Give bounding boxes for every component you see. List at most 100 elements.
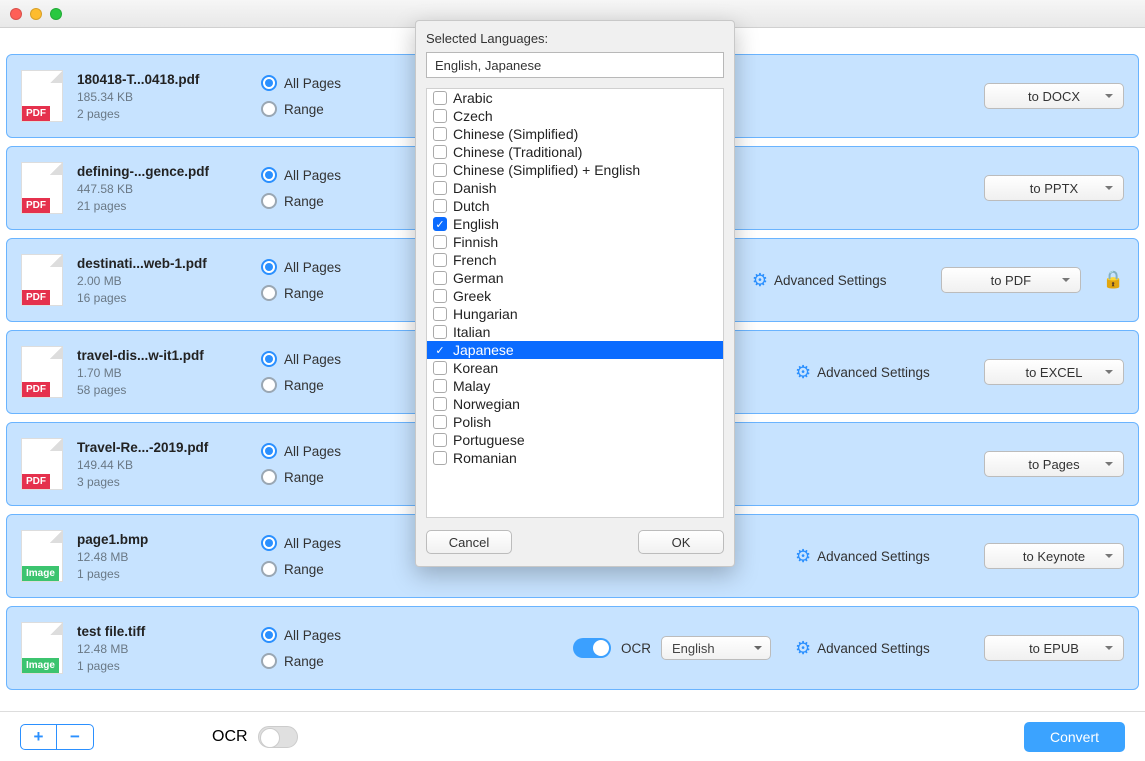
all-pages-radio[interactable]: All Pages: [261, 75, 391, 91]
file-name: page1.bmp: [77, 532, 247, 547]
language-item[interactable]: ✓ Japanese: [427, 341, 723, 359]
language-item[interactable]: Malay: [427, 377, 723, 395]
language-item[interactable]: Polish: [427, 413, 723, 431]
language-checkbox[interactable]: [433, 451, 447, 465]
language-checkbox[interactable]: ✓: [433, 343, 447, 357]
range-radio[interactable]: Range: [261, 653, 391, 669]
advanced-settings-group[interactable]: ⚙ Advanced Settings: [795, 546, 970, 567]
file-meta: Travel-Re...-2019.pdf 149.44 KB 3 pages: [77, 440, 247, 489]
language-item[interactable]: French: [427, 251, 723, 269]
language-item[interactable]: ✓ English: [427, 215, 723, 233]
language-item[interactable]: Czech: [427, 107, 723, 125]
file-type-tag: PDF: [22, 382, 50, 397]
language-checkbox[interactable]: [433, 235, 447, 249]
language-checkbox[interactable]: [433, 325, 447, 339]
window-minimize-button[interactable]: [30, 8, 42, 20]
output-format-value: to DOCX: [1028, 89, 1080, 104]
language-checkbox[interactable]: [433, 433, 447, 447]
selected-languages-input[interactable]: [426, 52, 724, 78]
range-radio[interactable]: Range: [261, 193, 391, 209]
window-close-button[interactable]: [10, 8, 22, 20]
language-label: Chinese (Traditional): [453, 144, 582, 160]
language-item[interactable]: Chinese (Simplified): [427, 125, 723, 143]
range-radio[interactable]: Range: [261, 377, 391, 393]
gear-icon: ⚙: [795, 546, 811, 567]
all-pages-radio[interactable]: All Pages: [261, 259, 391, 275]
range-label: Range: [284, 194, 324, 209]
language-checkbox[interactable]: [433, 289, 447, 303]
file-row[interactable]: Image test file.tiff 12.48 MB 1 pages Al…: [6, 606, 1139, 690]
range-label: Range: [284, 470, 324, 485]
language-item[interactable]: Chinese (Simplified) + English: [427, 161, 723, 179]
advanced-settings-label: Advanced Settings: [774, 273, 887, 288]
language-checkbox[interactable]: [433, 253, 447, 267]
ok-button[interactable]: OK: [638, 530, 724, 554]
radio-icon: [261, 75, 277, 91]
language-item[interactable]: Arabic: [427, 89, 723, 107]
advanced-settings-group[interactable]: ⚙ Advanced Settings: [795, 638, 970, 659]
radio-icon: [261, 193, 277, 209]
output-format-dropdown[interactable]: to PPTX: [984, 175, 1124, 201]
ocr-master-toggle[interactable]: [258, 726, 298, 748]
all-pages-radio[interactable]: All Pages: [261, 167, 391, 183]
radio-icon: [261, 469, 277, 485]
language-checkbox[interactable]: [433, 91, 447, 105]
language-item[interactable]: Danish: [427, 179, 723, 197]
output-format-dropdown[interactable]: to Keynote: [984, 543, 1124, 569]
range-label: Range: [284, 378, 324, 393]
language-checkbox[interactable]: [433, 163, 447, 177]
cancel-button[interactable]: Cancel: [426, 530, 512, 554]
output-format-dropdown[interactable]: to DOCX: [984, 83, 1124, 109]
language-checkbox[interactable]: [433, 361, 447, 375]
language-item[interactable]: Finnish: [427, 233, 723, 251]
language-checkbox[interactable]: [433, 199, 447, 213]
add-file-button[interactable]: +: [21, 725, 57, 749]
language-checkbox[interactable]: ✓: [433, 217, 447, 231]
range-radio[interactable]: Range: [261, 561, 391, 577]
language-list[interactable]: Arabic Czech Chinese (Simplified) Chines…: [426, 88, 724, 518]
language-checkbox[interactable]: [433, 415, 447, 429]
file-meta: travel-dis...w-it1.pdf 1.70 MB 58 pages: [77, 348, 247, 397]
language-item[interactable]: Norwegian: [427, 395, 723, 413]
language-item[interactable]: Portuguese: [427, 431, 723, 449]
language-checkbox[interactable]: [433, 307, 447, 321]
language-checkbox[interactable]: [433, 127, 447, 141]
radio-icon: [261, 259, 277, 275]
language-checkbox[interactable]: [433, 271, 447, 285]
output-format-dropdown[interactable]: to EPUB: [984, 635, 1124, 661]
output-format-dropdown[interactable]: to EXCEL: [984, 359, 1124, 385]
range-radio[interactable]: Range: [261, 469, 391, 485]
language-label: Chinese (Simplified) + English: [453, 162, 640, 178]
ocr-language-dropdown[interactable]: English: [661, 636, 771, 660]
all-pages-radio[interactable]: All Pages: [261, 535, 391, 551]
language-checkbox[interactable]: [433, 397, 447, 411]
remove-file-button[interactable]: −: [57, 725, 93, 749]
ocr-toggle[interactable]: [573, 638, 611, 658]
range-radio[interactable]: Range: [261, 285, 391, 301]
language-checkbox[interactable]: [433, 109, 447, 123]
range-radio[interactable]: Range: [261, 101, 391, 117]
convert-button[interactable]: Convert: [1024, 722, 1125, 752]
language-checkbox[interactable]: [433, 145, 447, 159]
language-item[interactable]: Chinese (Traditional): [427, 143, 723, 161]
language-label: Portuguese: [453, 432, 525, 448]
advanced-settings-group[interactable]: ⚙ Advanced Settings: [752, 270, 927, 291]
language-item[interactable]: Italian: [427, 323, 723, 341]
language-item[interactable]: Romanian: [427, 449, 723, 467]
all-pages-radio[interactable]: All Pages: [261, 443, 391, 459]
output-format-dropdown[interactable]: to Pages: [984, 451, 1124, 477]
advanced-settings-label: Advanced Settings: [817, 365, 930, 380]
language-item[interactable]: German: [427, 269, 723, 287]
all-pages-radio[interactable]: All Pages: [261, 627, 391, 643]
language-item[interactable]: Korean: [427, 359, 723, 377]
language-checkbox[interactable]: [433, 181, 447, 195]
language-item[interactable]: Greek: [427, 287, 723, 305]
file-size: 185.34 KB: [77, 90, 247, 104]
window-maximize-button[interactable]: [50, 8, 62, 20]
language-checkbox[interactable]: [433, 379, 447, 393]
all-pages-radio[interactable]: All Pages: [261, 351, 391, 367]
language-item[interactable]: Dutch: [427, 197, 723, 215]
language-item[interactable]: Hungarian: [427, 305, 723, 323]
output-format-dropdown[interactable]: to PDF: [941, 267, 1081, 293]
advanced-settings-group[interactable]: ⚙ Advanced Settings: [795, 362, 970, 383]
